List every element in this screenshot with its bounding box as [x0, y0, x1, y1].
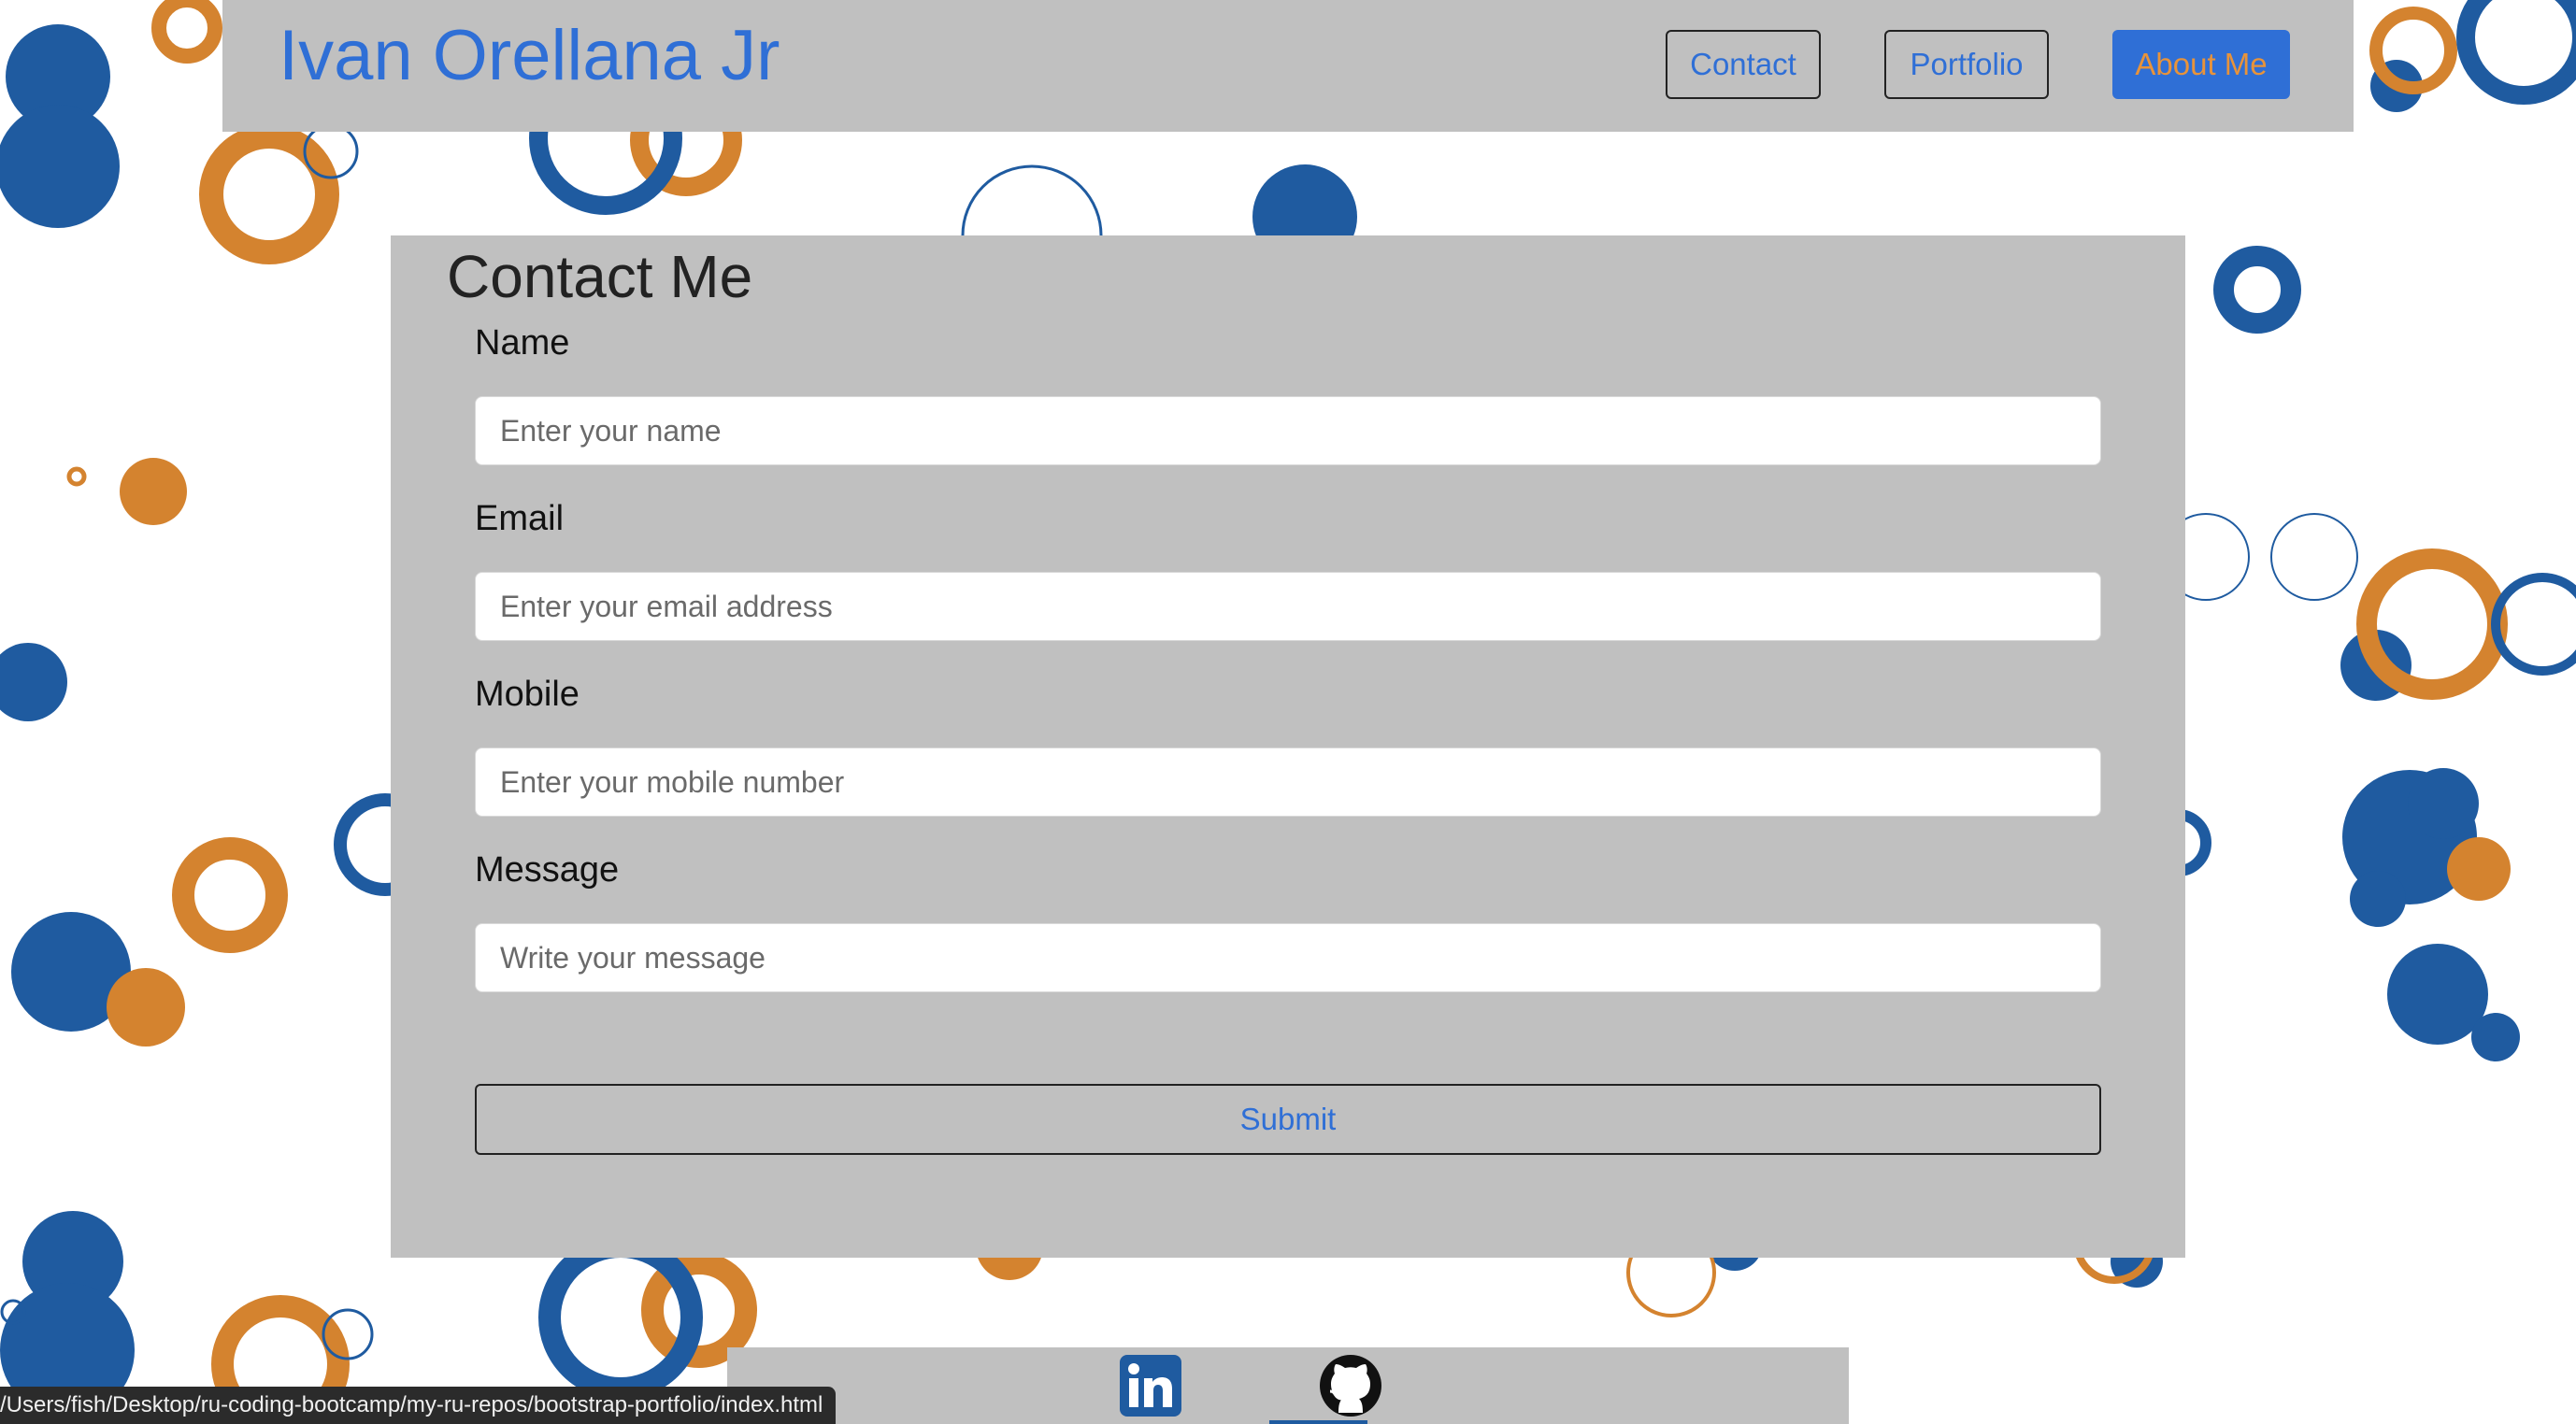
- github-icon[interactable]: [1318, 1353, 1383, 1418]
- contact-form-title: Contact Me: [447, 243, 753, 310]
- name-label: Name: [475, 323, 570, 363]
- footer-bar: [727, 1347, 1849, 1424]
- message-input[interactable]: [475, 923, 2101, 992]
- footer-accent-line: [1269, 1420, 1367, 1424]
- nav-about-me-button[interactable]: About Me: [2112, 30, 2290, 99]
- message-label: Message: [475, 850, 620, 890]
- brand-title[interactable]: Ivan Orellana Jr: [279, 13, 780, 98]
- email-input[interactable]: [475, 572, 2101, 641]
- browser-status-bar: /Users/fish/Desktop/ru-coding-bootcamp/m…: [0, 1387, 837, 1424]
- contact-form-card: Contact Me Name Email Mobile Message Sub…: [391, 235, 2185, 1258]
- nav-contact-button[interactable]: Contact: [1666, 30, 1821, 99]
- submit-button[interactable]: Submit: [475, 1084, 2101, 1155]
- nav-portfolio-button[interactable]: Portfolio: [1884, 30, 2049, 99]
- email-label: Email: [475, 499, 565, 538]
- mobile-input[interactable]: [475, 748, 2101, 817]
- name-input[interactable]: [475, 396, 2101, 465]
- linkedin-icon[interactable]: [1118, 1353, 1183, 1418]
- top-navbar: Ivan Orellana Jr Contact Portfolio About…: [222, 0, 2354, 132]
- mobile-label: Mobile: [475, 675, 580, 714]
